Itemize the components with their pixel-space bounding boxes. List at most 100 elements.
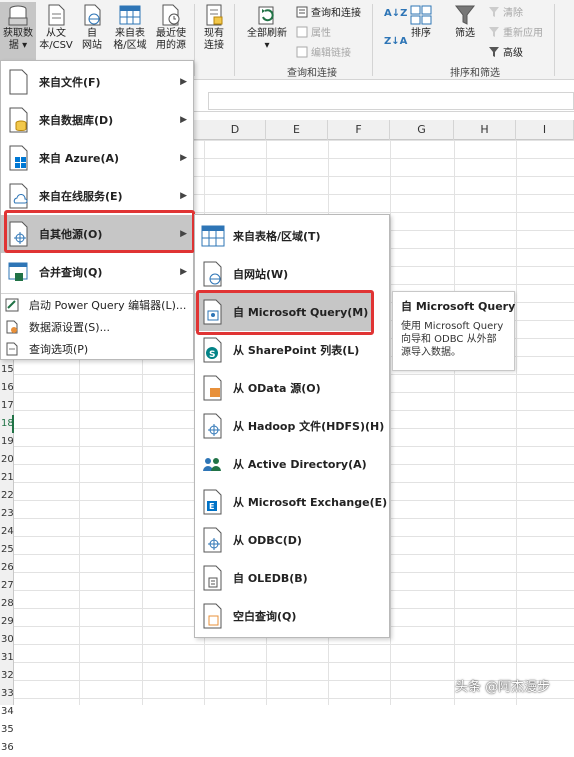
clear-label: 清除 xyxy=(503,8,523,19)
sort-desc-icon: Z↓A xyxy=(384,36,408,47)
row-number[interactable]: 23 xyxy=(0,505,14,523)
menu-item-from-web[interactable]: 自网站(W) xyxy=(195,255,389,293)
file-icon xyxy=(9,69,28,95)
row-number[interactable]: 28 xyxy=(0,595,14,613)
row-number[interactable]: 34 xyxy=(0,703,14,721)
row-number[interactable]: 33 xyxy=(0,685,14,703)
menu-item-label: 从 Hadoop 文件(HDFS)(H) xyxy=(233,420,385,433)
clear-filter-icon xyxy=(489,6,499,17)
menu-item-from-sharepoint[interactable]: S 从 SharePoint 列表(L) xyxy=(195,331,389,369)
get-data-button[interactable]: 获取数 据 ▾ xyxy=(0,2,36,62)
from-table-button[interactable]: 来自表 格/区域 xyxy=(110,2,150,62)
row-number[interactable]: 30 xyxy=(0,631,14,649)
menu-item-from-azure[interactable]: 来自 Azure(A) ▶ xyxy=(1,139,193,177)
row-number[interactable]: 32 xyxy=(0,667,14,685)
submenu-arrow-icon: ▶ xyxy=(180,77,187,87)
menu-item-label: 来自表格/区域(T) xyxy=(233,230,321,243)
menu-item-from-odata[interactable]: 从 OData 源(O) xyxy=(195,369,389,407)
row-number[interactable]: 17 xyxy=(0,397,14,415)
column-header[interactable]: H xyxy=(454,120,516,140)
menu-item-from-odbc[interactable]: 从 ODBC(D) xyxy=(195,521,389,559)
filter-button[interactable]: 筛选 xyxy=(448,2,482,62)
menu-item-label: 从 Microsoft Exchange(E) xyxy=(233,496,388,509)
column-header[interactable]: I xyxy=(516,120,574,140)
refresh-all-button[interactable]: 全部刷新 ▾ xyxy=(240,2,294,62)
reapply-button[interactable]: 重新应用 xyxy=(488,24,543,39)
row-number[interactable]: 35 xyxy=(0,721,14,739)
sort-descending-button[interactable]: Z↓A xyxy=(384,36,407,47)
menu-item-label: 来自在线服务(E) xyxy=(39,190,123,203)
menu-item-from-hadoop[interactable]: 从 Hadoop 文件(HDFS)(H) xyxy=(195,407,389,445)
row-number[interactable]: 25 xyxy=(0,541,14,559)
tooltip-description: 使用 Microsoft Query 向导和 ODBC 从外部源导入数据。 xyxy=(401,321,504,358)
menu-item-label: 合并查询(Q) xyxy=(39,266,103,279)
properties-button[interactable]: 属性 xyxy=(296,24,331,39)
tooltip-title: 自 Microsoft Query xyxy=(401,300,516,313)
highlight-box xyxy=(4,210,195,253)
sort-button[interactable]: 排序 xyxy=(406,2,436,62)
ribbon-separator xyxy=(554,4,555,76)
column-header[interactable]: F xyxy=(328,120,390,140)
edit-links-button[interactable]: 编辑链接 xyxy=(296,44,351,59)
active-directory-icon xyxy=(203,458,221,471)
column-header[interactable]: G xyxy=(390,120,454,140)
menu-item-from-exchange[interactable]: E 从 Microsoft Exchange(E) xyxy=(195,483,389,521)
odbc-icon xyxy=(203,527,222,553)
row-number[interactable]: 31 xyxy=(0,649,14,667)
row-number[interactable]: 19 xyxy=(0,433,14,451)
ribbon-separator xyxy=(372,4,373,76)
existing-connections-label: 现有 连接 xyxy=(204,28,224,51)
menu-item-label: 从 Active Directory(A) xyxy=(233,458,367,471)
menu-item-from-database[interactable]: 来自数据库(D) ▶ xyxy=(1,101,193,139)
sort-ascending-button[interactable]: A↓Z xyxy=(384,8,407,19)
menu-item-from-table-range[interactable]: 来自表格/区域(T) xyxy=(195,217,389,255)
filter-icon xyxy=(454,5,476,25)
menu-item-query-options[interactable]: 查询选项(P) xyxy=(1,339,193,359)
get-data-label: 获取数 据 ▾ xyxy=(3,28,33,51)
row-number[interactable]: 21 xyxy=(0,469,14,487)
menu-item-combine-queries[interactable]: 合并查询(Q) ▶ xyxy=(1,253,193,291)
reapply-icon xyxy=(489,26,499,37)
menu-item-from-active-directory[interactable]: 从 Active Directory(A) xyxy=(195,445,389,483)
existing-connections-button[interactable]: 现有 连接 xyxy=(198,2,230,62)
row-number[interactable]: 26 xyxy=(0,559,14,577)
row-number[interactable]: 27 xyxy=(0,577,14,595)
menu-item-data-source-settings[interactable]: 数据源设置(S)... xyxy=(1,317,193,337)
grid-line xyxy=(454,140,455,705)
menu-item-from-file[interactable]: 来自文件(F) ▶ xyxy=(1,63,193,101)
filter-label: 筛选 xyxy=(455,28,475,39)
from-text-csv-button[interactable]: 从文 本/CSV xyxy=(38,2,74,62)
recent-sources-button[interactable]: 最近使 用的源 xyxy=(152,2,190,62)
advanced-filter-button[interactable]: 高级 xyxy=(488,44,523,59)
row-number[interactable]: 36 xyxy=(0,739,14,757)
row-number[interactable]: 16 xyxy=(0,379,14,397)
column-header[interactable]: E xyxy=(266,120,328,140)
row-number[interactable]: 29 xyxy=(0,613,14,631)
recent-sources-icon xyxy=(162,4,180,26)
column-header[interactable]: D xyxy=(205,120,266,140)
row-number[interactable]: 15 xyxy=(0,361,14,379)
clear-button[interactable]: 清除 xyxy=(488,4,523,19)
existing-connections-icon xyxy=(206,4,223,26)
queries-connections-button[interactable]: 查询和连接 xyxy=(296,4,361,19)
svg-text:S: S xyxy=(209,350,215,360)
formula-input[interactable] xyxy=(208,92,574,110)
menu-item-launch-power-query[interactable]: 启动 Power Query 编辑器(L)... xyxy=(1,295,193,315)
menu-item-label: 从 ODBC(D) xyxy=(233,534,302,547)
online-services-icon xyxy=(9,183,28,209)
row-number[interactable]: 20 xyxy=(0,451,14,469)
text-file-icon xyxy=(48,4,65,26)
refresh-icon xyxy=(258,6,274,25)
watermark: 头条 @阿杰漫步 xyxy=(455,680,551,695)
menu-item-blank-query[interactable]: 空白查询(Q) xyxy=(195,597,389,635)
row-number[interactable]: 22 xyxy=(0,487,14,505)
row-number[interactable]: 24 xyxy=(0,523,14,541)
from-web-button[interactable]: 自 网站 xyxy=(76,2,108,62)
azure-icon xyxy=(9,145,28,171)
tooltip: 自 Microsoft Query 使用 Microsoft Query 向导和… xyxy=(392,291,515,371)
menu-item-from-oledb[interactable]: 自 OLEDB(B) xyxy=(195,559,389,597)
grid-line xyxy=(516,140,517,705)
exchange-icon: E xyxy=(203,489,222,515)
row-number-selected[interactable]: 18 xyxy=(0,415,14,433)
oledb-icon xyxy=(203,565,222,591)
